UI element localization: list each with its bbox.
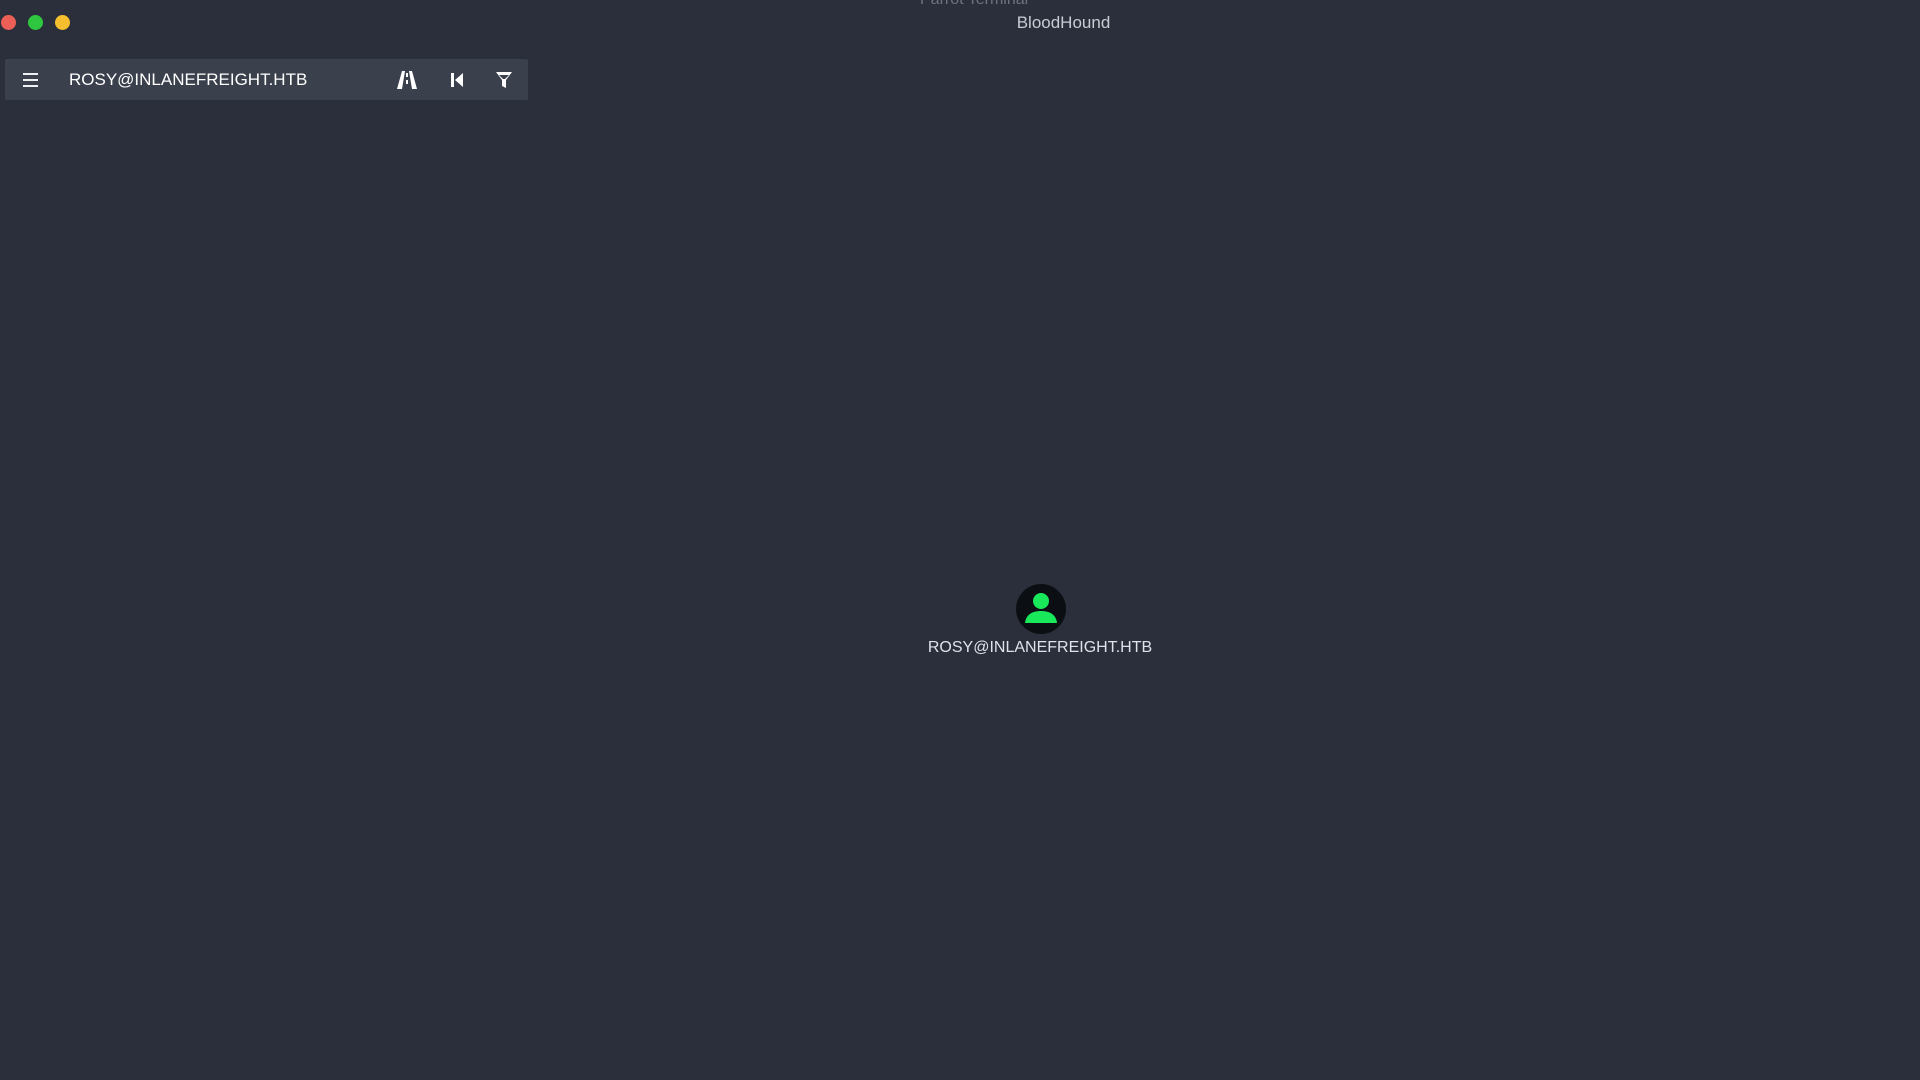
background-window-title: Parrot Terminal: [920, 0, 1028, 9]
bloodhound-window: Parrot Terminal BloodHound: [0, 0, 1920, 1080]
graph-node-user[interactable]: [1016, 584, 1066, 634]
window-title: BloodHound: [1016, 13, 1111, 32]
search-toolbar: [5, 59, 528, 100]
step-backward-icon[interactable]: [446, 69, 468, 91]
user-icon: [1025, 593, 1057, 623]
menu-line: [23, 84, 38, 87]
filter-icon[interactable]: [493, 69, 515, 91]
graph-node-label: ROSY@INLANEFREIGHT.HTB: [927, 639, 1153, 656]
node-search-input[interactable]: [69, 65, 379, 94]
road-pathfinding-icon[interactable]: [396, 69, 418, 91]
menu-line: [23, 72, 38, 75]
hamburger-menu-icon[interactable]: [20, 69, 41, 90]
menu-line: [23, 78, 38, 81]
title-bar: Parrot Terminal BloodHound: [0, 0, 1920, 44]
